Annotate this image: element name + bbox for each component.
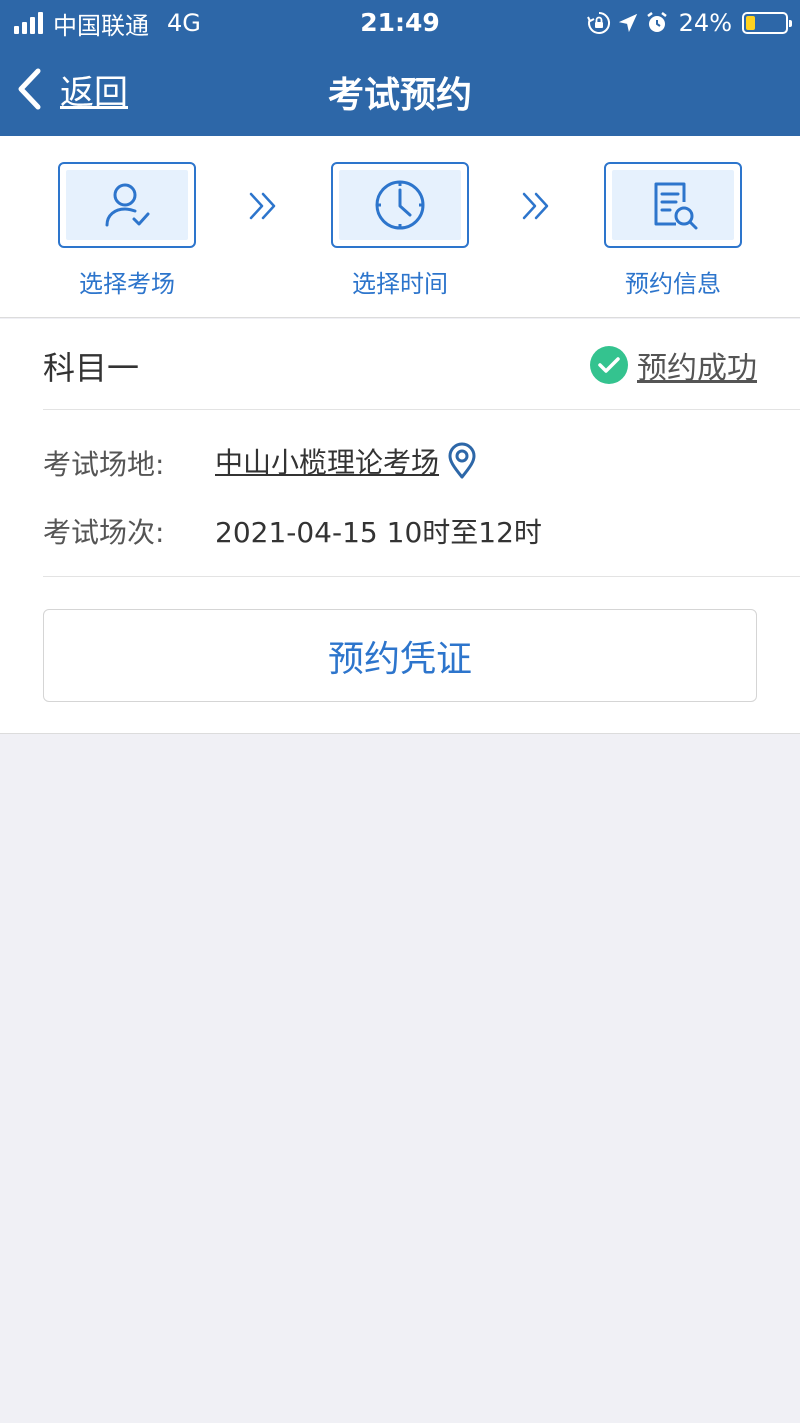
step-box — [604, 162, 742, 248]
venue-link[interactable]: 中山小榄理论考场 — [215, 441, 477, 481]
step-box — [331, 162, 469, 248]
double-chevron-right-icon — [249, 192, 276, 220]
alarm-icon — [646, 12, 667, 32]
step-label: 预约信息 — [625, 270, 721, 298]
step-label: 选择时间 — [352, 270, 448, 298]
divider — [43, 576, 800, 577]
clock-icon — [375, 180, 425, 230]
booking-voucher-button[interactable]: 预约凭证 — [43, 609, 757, 702]
venue-label: 考试场地: — [43, 448, 165, 481]
step-booking-info: 预约信息 — [603, 162, 743, 299]
battery-icon — [742, 12, 792, 34]
divider — [43, 409, 800, 410]
page-title: 考试预约 — [327, 75, 472, 116]
user-check-icon — [105, 183, 150, 227]
status-bar: 中国联通 4G 21:49 24% — [0, 0, 800, 46]
header: 中国联通 4G 21:49 24% 返回 考试预约 — [0, 0, 800, 136]
step-inner — [339, 170, 461, 240]
location-arrow-icon — [618, 13, 637, 33]
booking-status[interactable]: 预约成功 — [589, 343, 757, 387]
double-chevron-right-icon — [522, 192, 549, 220]
status-label: 预约成功 — [637, 351, 757, 386]
step-box — [58, 162, 196, 248]
venue-name: 中山小榄理论考场 — [215, 446, 440, 479]
step-label: 选择考场 — [79, 270, 175, 298]
battery-fill — [746, 16, 756, 30]
rotation-lock-icon — [586, 11, 610, 34]
session-value: 2021-04-15 10时至12时 — [215, 511, 542, 551]
subject-name: 科目一 — [43, 349, 140, 387]
booking-steps: 选择考场 选择时间 预约信息 — [0, 136, 800, 318]
step-select-time: 选择时间 — [330, 162, 470, 299]
navigation-bar: 返回 考试预约 — [0, 46, 800, 136]
step-inner — [612, 170, 734, 240]
step-inner — [66, 170, 188, 240]
document-search-icon — [654, 182, 698, 230]
session-text: 2021-04-15 10时至12时 — [215, 516, 542, 549]
status-bar-right: 24% — [586, 8, 792, 38]
booking-card: 科目一 预约成功 考试场地: 中山小榄理论考场 考试场次: 2021-04-15… — [0, 319, 800, 734]
location-pin-icon[interactable] — [447, 442, 477, 480]
session-label: 考试场次: — [43, 516, 165, 549]
step-select-venue: 选择考场 — [57, 162, 197, 299]
battery-percent: 24% — [678, 9, 732, 37]
check-circle-icon — [590, 346, 628, 384]
